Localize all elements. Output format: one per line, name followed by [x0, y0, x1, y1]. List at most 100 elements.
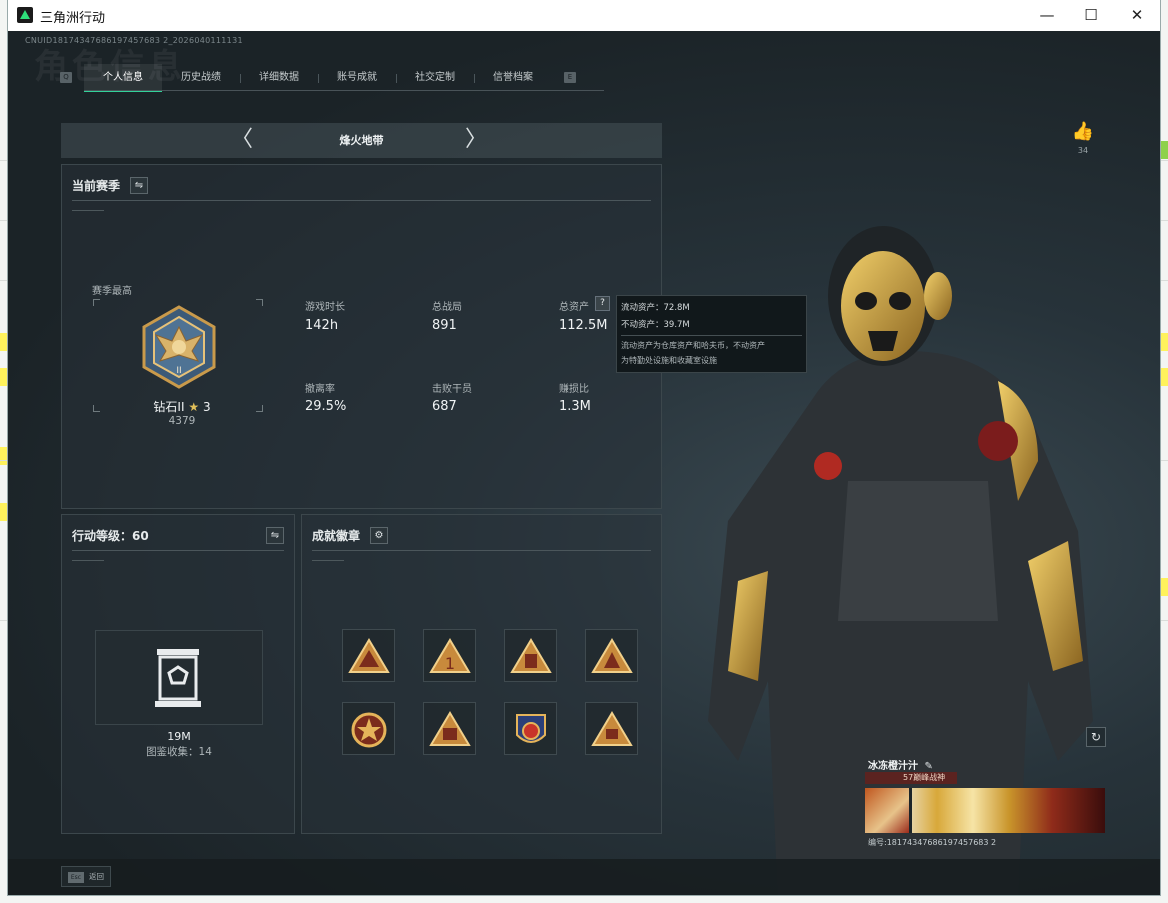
badge-6[interactable] — [423, 702, 476, 755]
minimize-button[interactable]: — — [1024, 0, 1070, 31]
badge-3[interactable] — [504, 629, 557, 682]
badge-5[interactable] — [342, 702, 395, 755]
game-screen: 角色信息 CNUID18174347686197457683 2_2026040… — [8, 31, 1160, 895]
season-panel-title: 当前赛季 — [72, 179, 121, 193]
svg-text:II: II — [176, 366, 181, 376]
title-tag: 57巅峰战神 — [865, 772, 957, 784]
bottom-bar: Esc 返回 — [8, 859, 1160, 895]
rank-stars: 3 — [202, 400, 211, 414]
tab-credit[interactable]: 信誉档案 — [474, 64, 552, 92]
season-swap-button[interactable]: ⇋ — [130, 177, 148, 194]
mode-label: 烽火地带 — [339, 134, 384, 147]
tab-history[interactable]: 历史战绩 — [162, 64, 240, 92]
stat-playtime-value: 142h — [305, 318, 339, 333]
divider — [72, 550, 284, 551]
stat-assets-label: 总资产 — [559, 302, 589, 313]
assets-help-icon[interactable]: ? — [595, 296, 610, 311]
level-swap-button[interactable]: ⇋ — [266, 527, 284, 544]
stat-extract-rate-label: 撤离率 — [305, 384, 335, 395]
badge-7[interactable] — [504, 702, 557, 755]
edit-name-icon[interactable]: ✎ — [924, 761, 932, 772]
tab-bar: Q 个人信息 历史战绩 详细数据 账号成就 社交定制 信誉档案 E — [60, 64, 580, 92]
player-avatar — [865, 788, 909, 833]
mode-next-button[interactable]: 〉 — [465, 126, 487, 154]
frame-corner — [93, 405, 100, 412]
collection-showcase-icon — [153, 647, 203, 709]
back-label: 返回 — [89, 872, 104, 881]
badge-2[interactable]: 1 — [423, 629, 476, 682]
sheet-cell-yellow — [1160, 333, 1168, 351]
refresh-icon[interactable]: ↻ — [1086, 727, 1106, 747]
stat-profit-ratio-value: 1.3M — [559, 399, 591, 414]
frame-corner — [256, 299, 263, 306]
player-id: 编号:18174347686197457683 2 — [868, 838, 997, 847]
divider-short — [72, 560, 104, 561]
stat-matches-value: 891 — [432, 318, 457, 333]
badges-panel: 成就徽章 ⚙ 1 — [301, 514, 662, 834]
title-tag-text: 57巅峰战神 — [903, 773, 946, 782]
rank-emblem-icon: II — [136, 305, 222, 391]
season-high-label: 赛季最高 — [92, 286, 132, 297]
close-button[interactable]: ✕ — [1114, 0, 1160, 31]
sheet-cell-yellow — [1160, 368, 1168, 386]
maximize-button[interactable]: ☐ — [1068, 0, 1114, 31]
stat-profit-ratio-label: 赚损比 — [559, 384, 589, 395]
badges-panel-title: 成就徽章 — [312, 529, 361, 543]
divider-short — [72, 210, 104, 211]
badges-settings-button[interactable]: ⚙ — [370, 527, 388, 544]
rank-points: 4379 — [168, 415, 196, 427]
stat-assets-value: 112.5M — [559, 318, 608, 333]
svg-text:1: 1 — [445, 654, 455, 673]
sheet-cell-yellow — [0, 333, 8, 351]
tab-next-key[interactable]: E — [564, 72, 576, 83]
frame-corner — [256, 405, 263, 412]
sheet-cell-yellow — [1160, 578, 1168, 596]
star-icon: ★ — [188, 400, 200, 414]
tooltip-fixed-assets: 不动资产：39.7M — [621, 320, 690, 330]
tab-details[interactable]: 详细数据 — [240, 64, 318, 92]
stat-matches-label: 总战局 — [432, 302, 462, 313]
player-banner — [865, 788, 1105, 833]
divider — [312, 550, 651, 551]
esc-key-icon: Esc — [68, 872, 84, 883]
game-window: 三角洲行动 — ☐ ✕ 角色信息 CNUID181743476861974576… — [8, 0, 1160, 895]
sheet-cell-yellow — [0, 447, 8, 465]
mode-selector: 烽火地带 〈 〉 — [61, 123, 662, 158]
divider-short — [312, 560, 344, 561]
level-panel-title: 行动等级：60 — [72, 529, 149, 543]
stat-playtime-label: 游戏时长 — [305, 302, 345, 313]
collection-count: 图鉴收集：14 — [146, 746, 212, 758]
divider — [909, 788, 912, 833]
collection-value: 19M — [167, 730, 191, 743]
frame-corner — [93, 299, 100, 306]
title-bar: 三角洲行动 — ☐ ✕ — [8, 0, 1160, 31]
back-button[interactable]: Esc 返回 — [61, 866, 111, 887]
badge-1[interactable] — [342, 629, 395, 682]
tab-prev-key[interactable]: Q — [60, 72, 72, 83]
tooltip-liquid-assets: 流动资产：72.8M — [621, 303, 690, 313]
tabs-underline — [84, 90, 604, 91]
stat-kills-value: 687 — [432, 399, 457, 414]
tab-social[interactable]: 社交定制 — [396, 64, 474, 92]
player-card: 冰冻橙汁汁 ✎ 57巅峰战神 编号:18174347686197457683 2 — [865, 757, 1105, 847]
rank-name-text: 钻石II — [153, 400, 185, 414]
sheet-cell-yellow — [0, 368, 8, 386]
divider — [72, 200, 651, 201]
player-name-text: 冰冻橙汁汁 — [868, 761, 918, 772]
app-logo-icon — [17, 7, 33, 23]
sheet-cell-green — [1160, 141, 1168, 159]
stat-extract-rate-value: 29.5% — [305, 399, 347, 414]
like-widget[interactable]: 👍 34 — [1068, 121, 1098, 155]
thumbs-up-icon[interactable]: 👍 — [1068, 121, 1098, 142]
tab-personal-info[interactable]: 个人信息 — [84, 64, 162, 92]
badge-4[interactable] — [585, 629, 638, 682]
like-count: 34 — [1077, 146, 1089, 155]
uid-text: CNUID18174347686197457683 2_202604011113… — [25, 36, 243, 45]
sheet-cell-yellow — [0, 503, 8, 521]
rank-name: 钻石II ★ 3 — [132, 398, 232, 415]
mode-prev-button[interactable]: 〈 — [231, 126, 253, 154]
tab-achievements[interactable]: 账号成就 — [318, 64, 396, 92]
stat-kills-label: 击败干员 — [432, 384, 472, 395]
badge-8[interactable] — [585, 702, 638, 755]
level-panel: 行动等级：60 ⇋ 19M 图鉴收集：14 — [61, 514, 295, 834]
